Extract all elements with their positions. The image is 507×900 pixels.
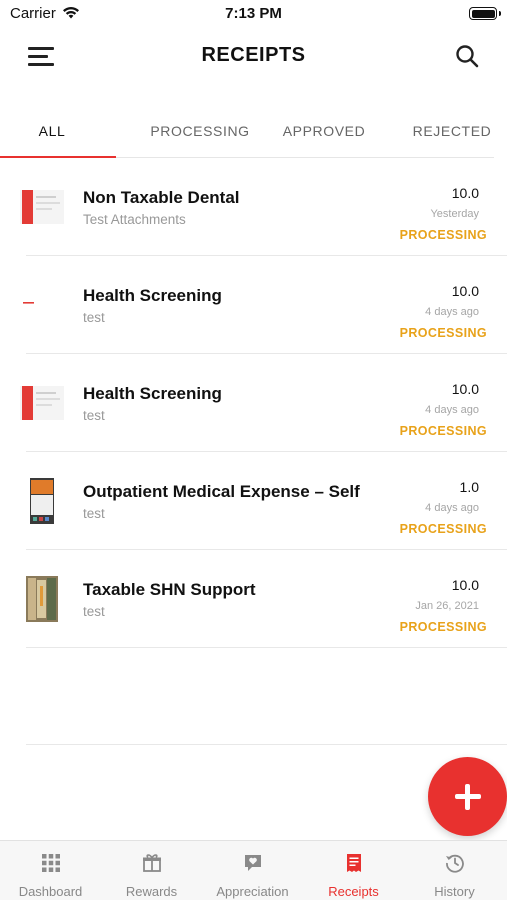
battery-icon bbox=[469, 7, 497, 20]
tab-rejected[interactable]: REJECTED bbox=[398, 108, 506, 158]
receipt-title: Health Screening bbox=[83, 286, 222, 305]
receipt-thumbnail bbox=[20, 286, 64, 326]
receipt-subtitle: test bbox=[83, 506, 105, 521]
status-time: 7:13 PM bbox=[225, 5, 282, 22]
status-bar: Carrier 7:13 PM bbox=[0, 0, 507, 30]
nav-item-receipts[interactable]: Receipts bbox=[303, 841, 404, 900]
receipt-title: Outpatient Medical Expense – Self bbox=[83, 482, 360, 501]
receipt-status-badge: PROCESSING bbox=[399, 228, 487, 242]
receipt-title: Taxable SHN Support bbox=[83, 580, 256, 599]
receipt-subtitle: test bbox=[83, 604, 105, 619]
nav-item-appreciation[interactable]: Appreciation bbox=[202, 841, 303, 900]
receipt-row[interactable]: Health Screening test 10.0 4 days ago PR… bbox=[0, 256, 507, 354]
page-title: RECEIPTS bbox=[201, 44, 306, 66]
receipt-date: 4 days ago bbox=[425, 404, 479, 416]
receipt-thumbnail bbox=[20, 190, 64, 224]
receipt-row[interactable]: Non Taxable Dental Test Attachments 10.0… bbox=[0, 158, 507, 256]
list-end-divider bbox=[26, 744, 507, 745]
receipt-date: Jan 26, 2021 bbox=[415, 600, 479, 612]
nav-label: Appreciation bbox=[216, 884, 289, 899]
receipt-icon bbox=[347, 854, 361, 872]
app-header: RECEIPTS bbox=[0, 32, 507, 82]
grid-icon bbox=[42, 854, 60, 872]
nav-item-history[interactable]: History bbox=[404, 841, 505, 900]
nav-item-dashboard[interactable]: Dashboard bbox=[0, 841, 101, 900]
receipt-status-badge: PROCESSING bbox=[399, 424, 487, 438]
tab-all[interactable]: ALL bbox=[0, 108, 104, 158]
receipt-thumbnail bbox=[26, 576, 58, 622]
add-receipt-button[interactable] bbox=[428, 757, 507, 836]
receipt-thumbnail bbox=[30, 478, 54, 524]
receipt-status-badge: PROCESSING bbox=[399, 620, 487, 634]
receipt-status-badge: PROCESSING bbox=[399, 522, 487, 536]
receipt-thumbnail bbox=[20, 386, 64, 420]
receipt-list: Non Taxable Dental Test Attachments 10.0… bbox=[0, 158, 507, 648]
receipt-amount: 10.0 bbox=[451, 283, 479, 299]
receipt-row[interactable]: Taxable SHN Support test 10.0 Jan 26, 20… bbox=[0, 550, 507, 648]
bottom-navigation: Dashboard Rewards Appreciation Receipts bbox=[0, 840, 507, 900]
receipt-subtitle: test bbox=[83, 408, 105, 423]
nav-item-rewards[interactable]: Rewards bbox=[101, 841, 202, 900]
receipt-amount: 1.0 bbox=[459, 479, 479, 495]
gift-icon bbox=[143, 854, 161, 872]
search-icon[interactable] bbox=[455, 44, 479, 68]
nav-label: Dashboard bbox=[18, 884, 83, 899]
tab-approved[interactable]: APPROVED bbox=[268, 108, 380, 158]
nav-label: Receipts bbox=[328, 884, 379, 899]
receipt-row[interactable]: Health Screening test 10.0 4 days ago PR… bbox=[0, 354, 507, 452]
receipt-amount: 10.0 bbox=[451, 381, 479, 397]
receipt-date: Yesterday bbox=[430, 208, 479, 220]
receipt-subtitle: test bbox=[83, 310, 105, 325]
receipt-row[interactable]: Outpatient Medical Expense – Self test 1… bbox=[0, 452, 507, 550]
receipt-subtitle: Test Attachments bbox=[83, 212, 186, 227]
receipt-amount: 10.0 bbox=[451, 185, 479, 201]
receipt-title: Health Screening bbox=[83, 384, 222, 403]
nav-label: History bbox=[434, 884, 475, 899]
tab-processing[interactable]: PROCESSING bbox=[134, 108, 266, 158]
nav-label: Rewards bbox=[125, 884, 178, 899]
receipt-date: 4 days ago bbox=[425, 502, 479, 514]
history-icon bbox=[446, 854, 464, 873]
receipt-date: 4 days ago bbox=[425, 306, 479, 318]
filter-tabs: ALL PROCESSING APPROVED REJECTED bbox=[0, 108, 507, 158]
heart-chat-icon bbox=[245, 855, 261, 871]
receipt-status-badge: PROCESSING bbox=[399, 326, 487, 340]
receipt-amount: 10.0 bbox=[451, 577, 479, 593]
receipt-title: Non Taxable Dental bbox=[83, 188, 240, 207]
